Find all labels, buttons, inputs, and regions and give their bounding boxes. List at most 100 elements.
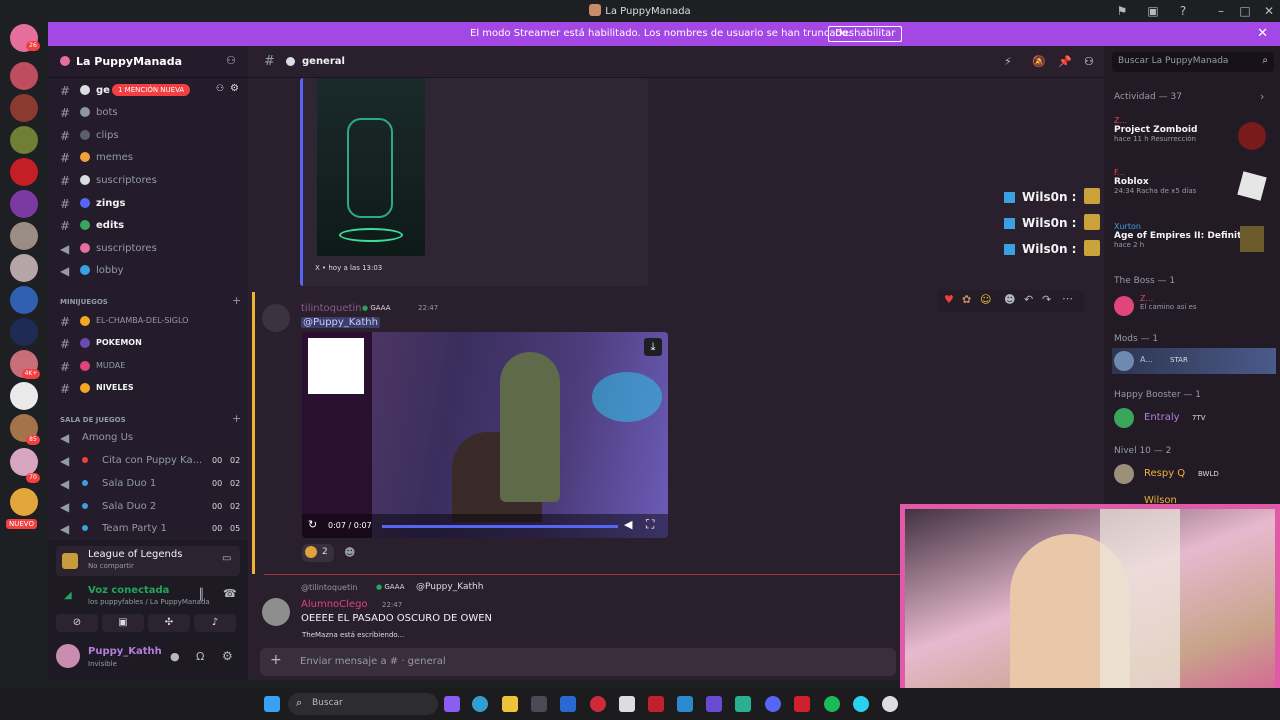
voice-channel-item[interactable]: ◀ Among Us bbox=[56, 428, 242, 448]
server-icon[interactable] bbox=[10, 222, 38, 250]
member-item[interactable]: A... STAR bbox=[1112, 348, 1276, 374]
gear-icon[interactable]: ⚙ bbox=[222, 649, 233, 663]
disconnect-icon[interactable]: ☎ bbox=[223, 587, 237, 600]
server-icon[interactable] bbox=[10, 126, 38, 154]
app-icon[interactable] bbox=[619, 696, 635, 712]
channel-item[interactable]: # EL-CHAMBA-DEL-SIGLO bbox=[56, 312, 242, 332]
stream-icon[interactable]: ▭ bbox=[222, 553, 231, 564]
more-icon[interactable]: ⋯ bbox=[1062, 292, 1073, 305]
folder-icon[interactable] bbox=[502, 696, 518, 712]
download-icon[interactable]: ⤓ bbox=[644, 338, 662, 356]
windows-start-icon[interactable] bbox=[264, 696, 280, 712]
mention-badge[interactable]: 1 MENCIÓN NUEVA bbox=[112, 84, 191, 96]
voice-channel-item[interactable]: ◀ Team Party 1 00 05 bbox=[56, 519, 242, 539]
message-composer[interactable]: + Enviar mensaje a # · general bbox=[260, 648, 896, 676]
avatar[interactable] bbox=[56, 644, 80, 668]
channel-item[interactable]: # memes bbox=[56, 148, 242, 168]
add-reaction-icon[interactable]: ☻ bbox=[1004, 293, 1015, 306]
server-icon[interactable] bbox=[10, 158, 38, 186]
maximize-icon[interactable]: □ bbox=[1237, 3, 1253, 19]
add-channel-icon[interactable]: + bbox=[232, 294, 241, 307]
server-icon[interactable] bbox=[10, 448, 38, 476]
channel-item[interactable]: # clips bbox=[56, 126, 242, 146]
voice-channel-item[interactable]: ◀ Sala Duo 2 00 02 bbox=[56, 497, 242, 517]
forward-icon[interactable]: ↷ bbox=[1042, 293, 1051, 306]
server-icon[interactable] bbox=[10, 62, 38, 90]
activity-card[interactable]: League of Legends No compartir ▭ bbox=[56, 546, 240, 576]
banner-close-icon[interactable]: ✕ bbox=[1257, 26, 1268, 41]
add-member-icon[interactable]: ⚇ bbox=[226, 54, 236, 67]
threads-icon[interactable]: ⚡ bbox=[1004, 55, 1012, 68]
avatar[interactable] bbox=[1114, 296, 1134, 316]
camera-off-button[interactable]: ⊘ bbox=[56, 614, 98, 632]
channel-item[interactable]: # zings bbox=[56, 194, 242, 214]
embed-image[interactable] bbox=[317, 78, 425, 256]
server-icon[interactable] bbox=[10, 254, 38, 282]
chevron-right-icon[interactable]: › bbox=[1260, 90, 1264, 103]
reply-icon[interactable]: ↶ bbox=[1024, 293, 1033, 306]
spotify-icon[interactable] bbox=[824, 696, 840, 712]
activities-button[interactable]: ✣ bbox=[148, 614, 190, 632]
reply-preview[interactable]: @Puppy_Kathh bbox=[416, 582, 483, 592]
app-icon[interactable] bbox=[853, 696, 869, 712]
category-header[interactable]: MINIJUEGOS bbox=[60, 298, 108, 306]
server-header[interactable]: La PuppyManada ⌄ ⚇ bbox=[48, 46, 248, 78]
channel-item[interactable]: # NIVELES bbox=[56, 379, 242, 399]
avatar[interactable] bbox=[1114, 408, 1134, 428]
voice-channel-item[interactable]: ◀ Sala Duo 1 00 02 bbox=[56, 474, 242, 494]
add-attachment-icon[interactable]: + bbox=[270, 652, 282, 668]
emoji-reaction-icon[interactable]: ☺ bbox=[980, 293, 991, 306]
search-input[interactable]: Buscar La PuppyManada ⌕ bbox=[1112, 52, 1274, 72]
reaction-chip[interactable]: 2 bbox=[302, 544, 334, 562]
voice-channel-item[interactable]: ◀ Cita con Puppy Ka... 00 02 bbox=[56, 451, 242, 471]
server-icon[interactable] bbox=[10, 286, 38, 314]
member-item[interactable]: Z... El camino así es bbox=[1140, 294, 1197, 311]
netflix-icon[interactable] bbox=[648, 696, 664, 712]
voice-channel-item[interactable]: ◀ lobby bbox=[56, 261, 242, 281]
video-progress-bar[interactable] bbox=[382, 525, 618, 528]
mail-icon[interactable] bbox=[560, 696, 576, 712]
server-icon[interactable] bbox=[10, 190, 38, 218]
microphone-icon[interactable]: ● bbox=[170, 650, 180, 663]
app-icon[interactable] bbox=[706, 696, 722, 712]
screen-icon[interactable]: ▣ bbox=[1145, 3, 1161, 19]
minimize-icon[interactable]: – bbox=[1213, 3, 1229, 19]
replay-icon[interactable]: ↻ bbox=[308, 518, 317, 531]
channel-item[interactable]: # POKEMON bbox=[56, 334, 242, 354]
channel-item[interactable]: # suscriptores bbox=[56, 171, 242, 191]
channel-item[interactable]: # bots bbox=[56, 103, 242, 123]
fullscreen-icon[interactable]: ⛶ bbox=[646, 517, 654, 532]
reply-author[interactable]: @tilintoquetin bbox=[301, 583, 357, 592]
copilot-icon[interactable] bbox=[444, 696, 460, 712]
store-icon[interactable] bbox=[531, 696, 547, 712]
app-icon[interactable] bbox=[735, 696, 751, 712]
video-player[interactable]: ⤓ ↻ 0:07 / 0:07 ◀ ⛶ bbox=[302, 332, 668, 538]
dog-reaction-icon[interactable]: ✿ bbox=[962, 293, 971, 306]
app-icon[interactable] bbox=[677, 696, 693, 712]
avatar[interactable] bbox=[262, 598, 290, 626]
avatar[interactable] bbox=[262, 304, 290, 332]
add-reaction-icon[interactable]: ☻ bbox=[344, 546, 355, 559]
member-list-icon[interactable]: ⚇ bbox=[1084, 55, 1094, 68]
edge-icon[interactable] bbox=[472, 696, 488, 712]
noise-suppression-icon[interactable]: ║ bbox=[198, 588, 205, 601]
server-icon[interactable] bbox=[10, 318, 38, 346]
category-header[interactable]: SALA DE JUEGOS bbox=[60, 416, 126, 424]
server-icon[interactable] bbox=[10, 94, 38, 122]
channel-item[interactable]: # edits bbox=[56, 216, 242, 236]
inbox-flag-icon[interactable]: ⚑ bbox=[1114, 3, 1130, 19]
help-icon[interactable]: ? bbox=[1175, 3, 1191, 19]
mute-icon[interactable]: 🔕 bbox=[1032, 55, 1046, 68]
channel-item[interactable]: # MUDAE bbox=[56, 357, 242, 377]
add-channel-icon[interactable]: + bbox=[232, 412, 241, 425]
obs-icon[interactable] bbox=[882, 696, 898, 712]
headphones-icon[interactable]: Ω bbox=[196, 650, 204, 663]
activity-item[interactable]: Xurton Age of Empires II: Definitiv... h… bbox=[1114, 222, 1260, 249]
voice-channel-item[interactable]: ◀ suscriptores bbox=[56, 239, 242, 259]
close-window-icon[interactable]: ✕ bbox=[1261, 3, 1277, 19]
pin-icon[interactable]: 📌 bbox=[1058, 55, 1072, 68]
chevron-down-icon[interactable]: ⌄ bbox=[160, 54, 168, 64]
disable-streamer-button[interactable]: Deshabilitar bbox=[828, 26, 903, 42]
opera-icon[interactable] bbox=[590, 696, 606, 712]
app-icon[interactable] bbox=[794, 696, 810, 712]
